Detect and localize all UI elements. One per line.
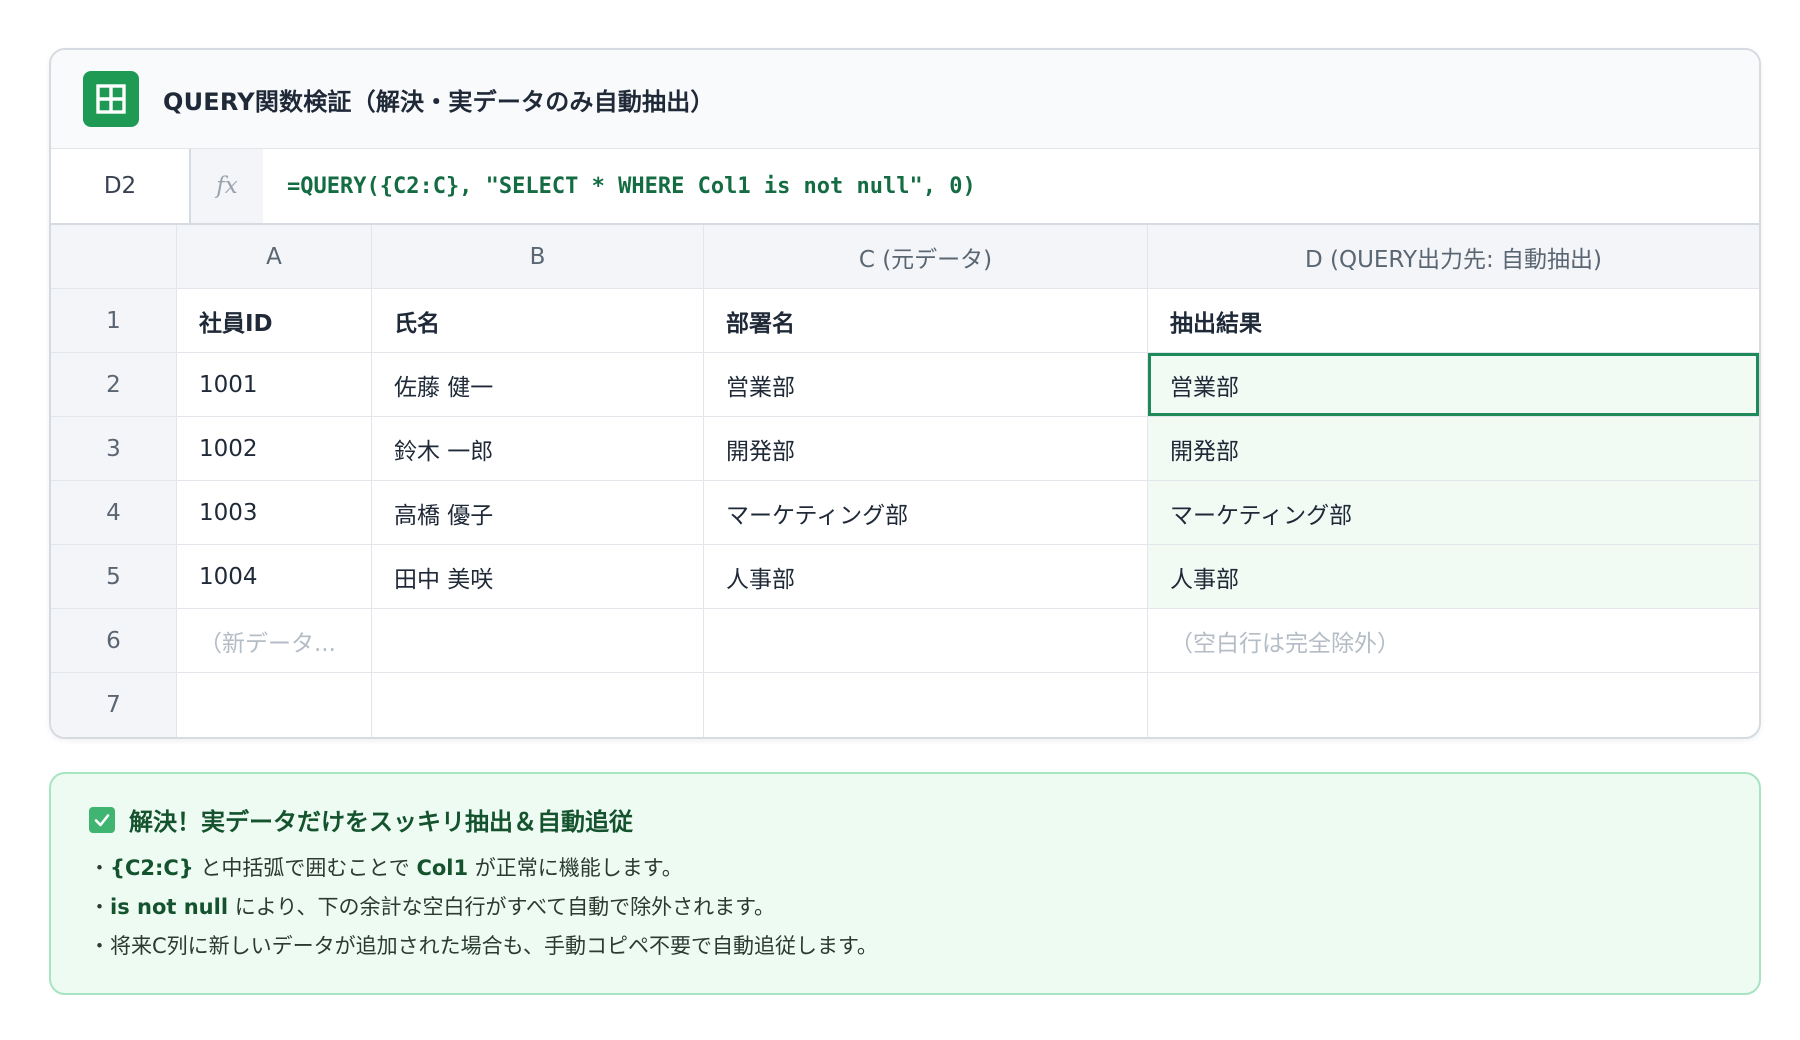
column-header-d[interactable]: D (QUERY出力先: 自動抽出) [1148, 225, 1759, 289]
corner-cell[interactable] [51, 225, 177, 289]
column-header-a[interactable]: A [177, 225, 372, 289]
cell-d5[interactable]: 人事部 [1148, 545, 1759, 609]
row-header-7[interactable]: 7 [51, 673, 177, 737]
cell-d7[interactable] [1148, 673, 1759, 737]
fx-icon: fx [191, 149, 263, 223]
cell-a3[interactable]: 1002 [177, 417, 372, 481]
cell-d3[interactable]: 開発部 [1148, 417, 1759, 481]
page-title: QUERY関数検証（解決・実データのみ自動抽出） [163, 87, 715, 116]
title-bar: QUERY関数検証（解決・実データのみ自動抽出） [51, 50, 1759, 149]
cell-c4[interactable]: マーケティング部 [704, 481, 1148, 545]
cell-a5[interactable]: 1004 [177, 545, 372, 609]
row-header-5[interactable]: 5 [51, 545, 177, 609]
cell-c7[interactable] [704, 673, 1148, 737]
cell-a1[interactable]: 社員ID [177, 289, 372, 353]
row-header-3[interactable]: 3 [51, 417, 177, 481]
cell-a7[interactable] [177, 673, 372, 737]
row-header-1[interactable]: 1 [51, 289, 177, 353]
cell-c5[interactable]: 人事部 [704, 545, 1148, 609]
solution-note: 解決！実データだけをスッキリ抽出＆自動追従 ・{C2:C} と中括弧で囲むことで… [49, 772, 1761, 995]
cell-c3[interactable]: 開発部 [704, 417, 1148, 481]
cell-d1[interactable]: 抽出結果 [1148, 289, 1759, 353]
note-line-1: ・{C2:C} と中括弧で囲むことで Col1 が正常に機能します。 [89, 856, 683, 880]
cell-a6[interactable]: （新データ... [177, 609, 372, 673]
row-header-4[interactable]: 4 [51, 481, 177, 545]
spreadsheet-grid: A B C (元データ) D (QUERY出力先: 自動抽出) 1 社員ID 氏… [51, 225, 1759, 737]
note-title: 解決！実データだけをスッキリ抽出＆自動追従 [129, 808, 633, 836]
cell-c2[interactable]: 営業部 [704, 353, 1148, 417]
note-header: 解決！実データだけをスッキリ抽出＆自動追従 [89, 802, 1759, 837]
check-box-icon [89, 806, 115, 833]
column-header-b[interactable]: B [372, 225, 704, 289]
cell-d6[interactable]: （空白行は完全除外） [1148, 609, 1759, 673]
cell-b6[interactable] [372, 609, 704, 673]
cell-c1[interactable]: 部署名 [704, 289, 1148, 353]
cell-b7[interactable] [372, 673, 704, 737]
note-line-3: ・将来C列に新しいデータが追加された場合も、手動コピペ不要で自動追従します。 [89, 934, 878, 958]
cell-d4[interactable]: マーケティング部 [1148, 481, 1759, 545]
cell-a2[interactable]: 1001 [177, 353, 372, 417]
cell-b1[interactable]: 氏名 [372, 289, 704, 353]
name-box[interactable]: D2 [51, 149, 191, 223]
cell-d2-selected[interactable]: 営業部 [1148, 353, 1759, 417]
cell-b4[interactable]: 高橋 優子 [372, 481, 704, 545]
row-header-2[interactable]: 2 [51, 353, 177, 417]
cell-b2[interactable]: 佐藤 健一 [372, 353, 704, 417]
spreadsheet-panel: QUERY関数検証（解決・実データのみ自動抽出） D2 fx =QUERY({C… [49, 48, 1761, 739]
row-header-6[interactable]: 6 [51, 609, 177, 673]
cell-a4[interactable]: 1003 [177, 481, 372, 545]
cell-b3[interactable]: 鈴木 一郎 [372, 417, 704, 481]
note-line-2: ・is not null により、下の余計な空白行がすべて自動で除外されます。 [89, 895, 776, 919]
formula-input[interactable]: =QUERY({C2:C}, "SELECT * WHERE Col1 is n… [263, 149, 1759, 223]
cell-b5[interactable]: 田中 美咲 [372, 545, 704, 609]
cell-c6[interactable] [704, 609, 1148, 673]
column-header-c[interactable]: C (元データ) [704, 225, 1148, 289]
formula-bar: D2 fx =QUERY({C2:C}, "SELECT * WHERE Col… [51, 149, 1759, 225]
google-sheets-icon [83, 71, 139, 127]
